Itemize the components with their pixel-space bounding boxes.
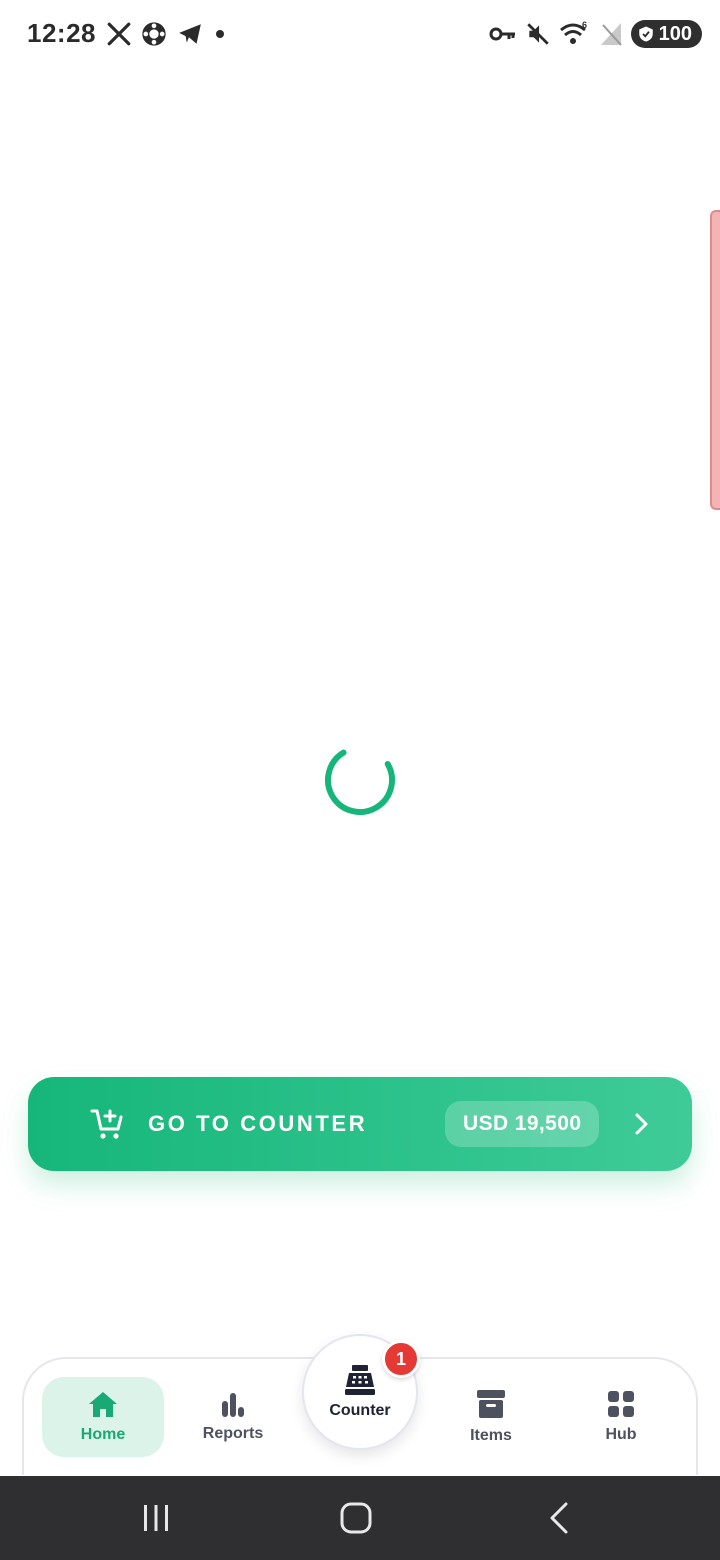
counter-notification-badge: 1 (382, 1340, 420, 1378)
go-to-counter-label: GO TO COUNTER (148, 1111, 368, 1136)
go-to-counter-button[interactable]: GO TO COUNTER USD 19,500 (28, 1077, 692, 1171)
battery-indicator: 100 (630, 20, 702, 48)
key-icon (489, 27, 515, 41)
system-nav-bar (0, 1476, 720, 1560)
home-icon (89, 1392, 117, 1417)
status-bar: 12:28 6 100 (0, 0, 720, 70)
shield-icon (638, 26, 653, 42)
nav-hub-label: Hub (605, 1426, 637, 1443)
home-button-icon[interactable] (336, 1500, 376, 1536)
nav-counter-label: Counter (329, 1402, 391, 1419)
mute-icon (526, 23, 549, 45)
archive-box-icon (477, 1390, 505, 1418)
edge-panel-handle[interactable] (710, 210, 720, 510)
status-time: 12:28 (27, 18, 96, 48)
nav-items[interactable]: Items (430, 1377, 552, 1457)
dot-icon (216, 30, 224, 38)
grid-icon (608, 1391, 634, 1417)
x-icon (107, 22, 131, 46)
status-left-icons (106, 20, 228, 48)
wifi-icon: 6 (559, 20, 587, 44)
recent-apps-icon[interactable] (136, 1500, 176, 1536)
nav-reports[interactable]: Reports (172, 1377, 294, 1457)
counter-total-badge: USD 19,500 (445, 1101, 600, 1147)
nav-reports-label: Reports (202, 1425, 264, 1442)
app-icon (142, 22, 166, 46)
cash-register-icon (345, 1365, 375, 1395)
cart-add-icon (90, 1109, 123, 1139)
no-signal-icon (600, 23, 622, 46)
telegram-icon (179, 24, 201, 44)
nav-home-label: Home (80, 1426, 126, 1443)
nav-home[interactable]: Home (42, 1377, 164, 1457)
back-icon[interactable] (540, 1500, 580, 1536)
nav-items-label: Items (470, 1427, 512, 1444)
status-right: 6 100 (489, 20, 702, 48)
wifi-label: 6 (582, 20, 587, 30)
chevron-right-icon (635, 1113, 648, 1135)
battery-level: 100 (658, 22, 692, 45)
loading-spinner-icon (325, 745, 395, 815)
bar-chart-icon (222, 1393, 244, 1417)
nav-hub[interactable]: Hub (560, 1377, 682, 1457)
